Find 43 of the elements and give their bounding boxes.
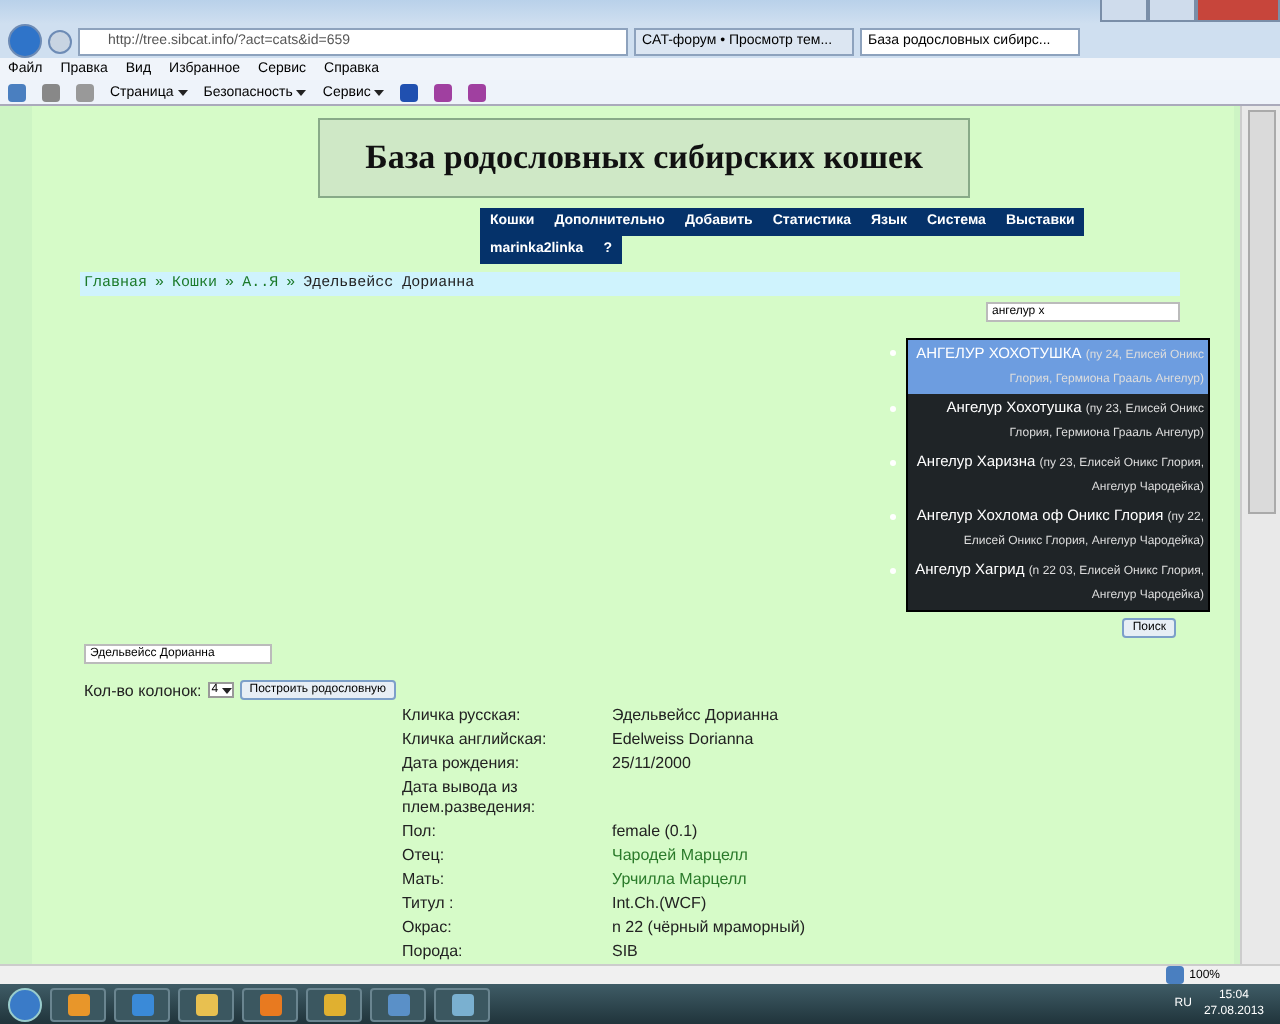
maximize-button[interactable] — [1148, 0, 1196, 22]
field-value: 25/11/2000 — [612, 754, 693, 774]
caret-icon — [221, 687, 232, 693]
taskbar-button[interactable] — [50, 987, 106, 1021]
field-value: Edelweiss Dorianna — [612, 730, 756, 750]
field-label: Пол: — [402, 822, 438, 842]
field-label: Дата рождения: — [402, 754, 522, 774]
caret-icon — [374, 89, 385, 95]
field-value: Эдельвейсс Дорианна — [612, 706, 781, 726]
site-banner: База родословных сибирских кошек — [318, 118, 970, 198]
field-value: n 22 (чёрный мраморный) — [612, 918, 807, 938]
taskbar-button[interactable] — [178, 987, 234, 1021]
scrollbar[interactable] — [1240, 106, 1280, 964]
parent-link[interactable]: Чародей Марцелл — [612, 846, 1012, 866]
bullet-icon — [890, 350, 896, 356]
parent-link[interactable]: Урчилла Марцелл — [612, 870, 1012, 890]
field-label: Порода: — [402, 942, 465, 962]
caret-icon — [177, 89, 188, 95]
field-value: female (0.1) — [612, 822, 700, 842]
taskbar-button[interactable] — [114, 987, 170, 1021]
field-label: Мать: — [402, 870, 447, 890]
caret-icon — [296, 89, 307, 95]
field-label: Отец: — [402, 846, 447, 866]
start-button[interactable] — [8, 987, 42, 1021]
bullet-icon — [890, 514, 896, 520]
field-label: Кличка русская: — [402, 706, 523, 726]
taskbar-button[interactable] — [370, 987, 426, 1021]
back-button[interactable] — [8, 24, 42, 58]
taskbar-button[interactable] — [242, 987, 298, 1021]
taskbar-button[interactable] — [306, 987, 362, 1021]
bullet-icon — [890, 460, 896, 466]
field-label: Дата вывода из плем.разведения: — [402, 778, 538, 818]
taskbar-button[interactable] — [434, 987, 490, 1021]
field-value: SIB — [612, 942, 640, 962]
field-value: Int.Ch.(WCF) — [612, 894, 709, 914]
minimize-button[interactable] — [1100, 0, 1148, 22]
columns-label: Кол-во колонок: — [84, 681, 202, 699]
bullet-icon — [890, 406, 896, 412]
field-label: Окрас: — [402, 918, 454, 938]
field-label: Кличка английская: — [402, 730, 549, 750]
forward-button[interactable] — [48, 29, 72, 53]
bullet-icon — [890, 568, 896, 574]
field-label: Титул : — [402, 894, 456, 914]
